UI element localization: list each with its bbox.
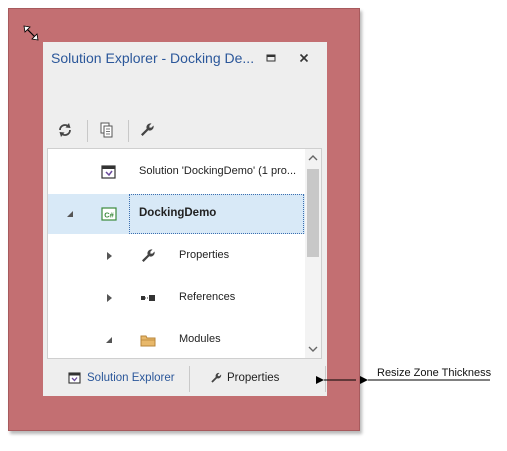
tree-row-project[interactable]: C# DockingDemo: [48, 194, 306, 234]
scroll-down-icon[interactable]: [307, 343, 319, 355]
svg-text:C#: C#: [104, 211, 114, 220]
close-icon[interactable]: [297, 51, 311, 65]
references-icon: [141, 295, 155, 301]
toolbar-separator: [87, 120, 88, 142]
wrench-icon: [211, 372, 222, 383]
solution-icon: [101, 165, 116, 179]
collapsed-arrow-icon[interactable]: [103, 291, 115, 305]
collapsed-arrow-icon[interactable]: [103, 249, 115, 263]
annotation-label: Resize Zone Thickness: [377, 367, 492, 379]
panel-tab-bar: Solution Explorer Properties: [43, 362, 327, 396]
tab-label: Solution Explorer: [87, 372, 175, 384]
tree-row-label: Solution 'DockingDemo' (1 pro...: [139, 165, 297, 177]
toolbar-separator: [128, 120, 129, 142]
tree-row-solution[interactable]: Solution 'DockingDemo' (1 pro...: [48, 152, 306, 192]
show-all-files-icon[interactable]: [98, 121, 116, 139]
tab-solution-explorer[interactable]: Solution Explorer: [43, 362, 189, 396]
panel-title: Solution Explorer - Docking De...: [51, 50, 255, 66]
solution-explorer-icon: [68, 372, 81, 384]
tree-row-references[interactable]: References: [48, 278, 306, 318]
tab-properties[interactable]: Properties: [190, 362, 325, 396]
tab-label: Properties: [227, 372, 280, 384]
scroll-up-icon[interactable]: [307, 152, 319, 164]
tree-row-label: Properties: [179, 249, 230, 261]
tree-row-label: References: [179, 291, 236, 303]
resize-diagonal-icon[interactable]: [22, 24, 40, 42]
tree-row-properties[interactable]: Properties: [48, 236, 306, 276]
wrench-icon: [142, 249, 155, 262]
sync-icon[interactable]: [56, 121, 74, 139]
csharp-project-icon: C#: [101, 207, 117, 221]
expanded-arrow-icon[interactable]: [64, 207, 76, 221]
tree-row-modules[interactable]: Modules: [48, 320, 306, 358]
solution-explorer-panel: Solution Explorer - Docking De... Soluti…: [43, 42, 327, 396]
wrench-icon[interactable]: [138, 121, 156, 139]
solution-tree[interactable]: Solution 'DockingDemo' (1 pro... C# Dock…: [47, 148, 322, 359]
tree-row-label: DockingDemo: [139, 207, 217, 219]
scroll-thumb[interactable]: [307, 169, 319, 257]
tree-row-label: Modules: [179, 333, 221, 345]
expanded-arrow-icon[interactable]: [103, 333, 115, 347]
maximize-icon[interactable]: [264, 51, 278, 65]
folder-icon: [140, 335, 156, 347]
vertical-scrollbar[interactable]: [305, 149, 321, 358]
